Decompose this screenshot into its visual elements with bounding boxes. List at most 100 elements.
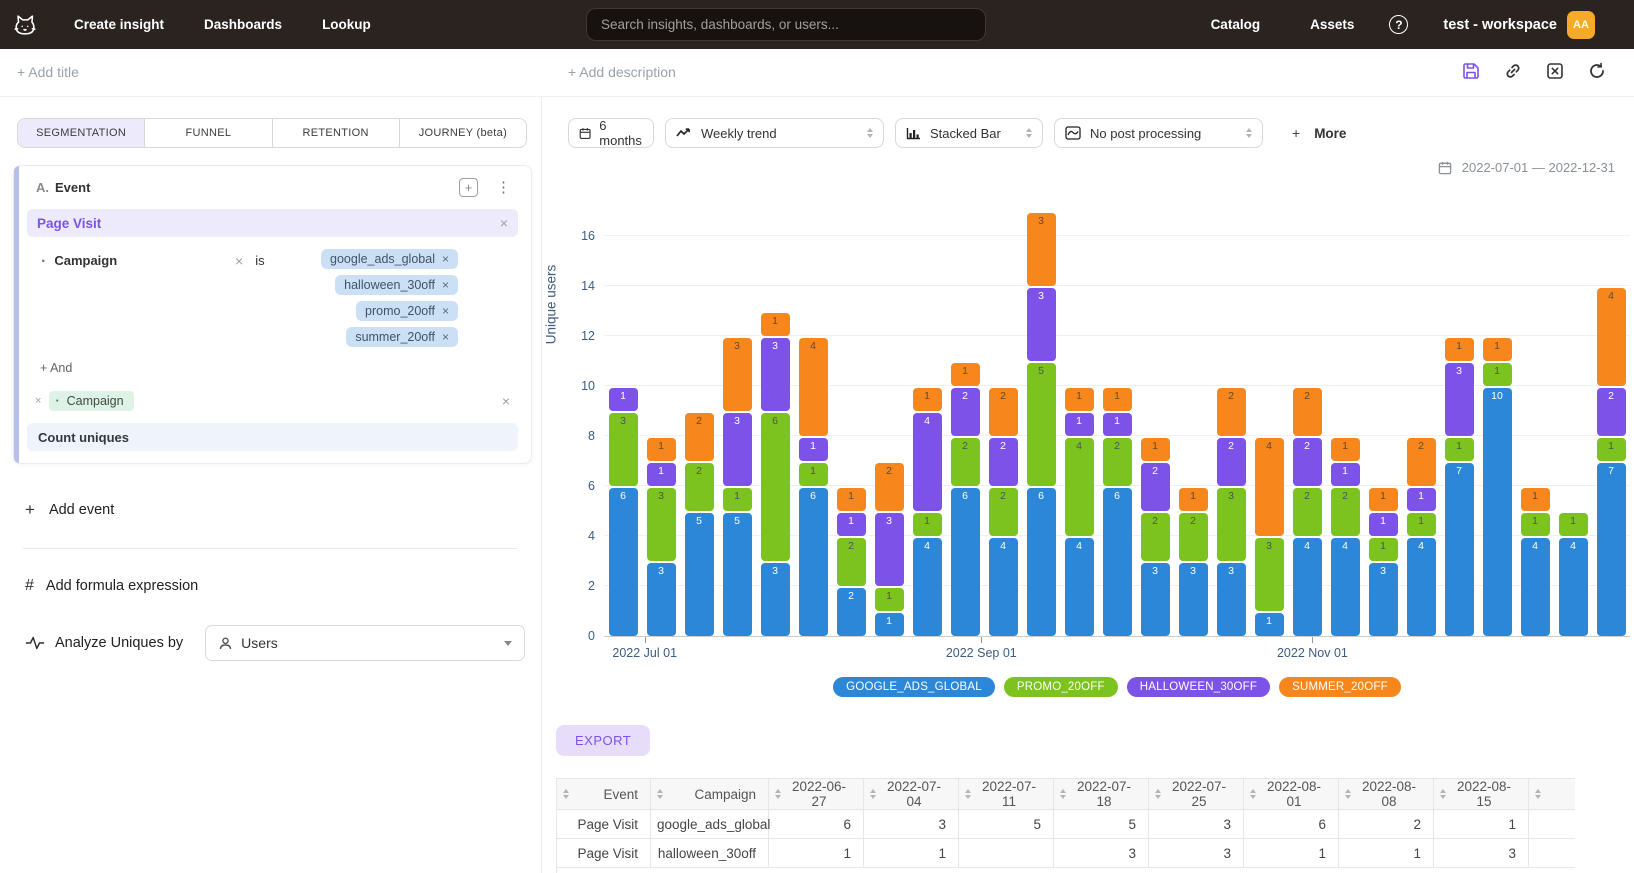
bar-segment-promo_20off[interactable]: 2	[1103, 438, 1132, 486]
bar-segment-halloween_30off[interactable]: 3	[723, 413, 752, 486]
sort-icon[interactable]	[775, 789, 781, 799]
bar-segment-summer_20off[interactable]: 1	[761, 313, 790, 336]
filter-value-tag[interactable]: summer_20off×	[346, 327, 458, 347]
bar-segment-summer_20off[interactable]: 1	[951, 363, 980, 386]
bar-segment-summer_20off[interactable]: 3	[1027, 213, 1056, 286]
remove-event-icon[interactable]: ×	[500, 215, 508, 231]
bar-segment-halloween_30off[interactable]: 1	[837, 513, 866, 536]
sort-icon[interactable]	[1440, 789, 1446, 799]
bar-segment-summer_20off[interactable]: 1	[1103, 388, 1132, 411]
kebab-menu-icon[interactable]: ⋮	[496, 180, 511, 195]
bar-segment-google_ads_global[interactable]: 6	[1027, 488, 1056, 636]
bar-segment-promo_20off[interactable]: 3	[609, 413, 638, 486]
tab-funnel[interactable]: FUNNEL	[145, 119, 272, 147]
bar-segment-google_ads_global[interactable]: 3	[761, 563, 790, 636]
add-title-field[interactable]: + Add title	[17, 64, 79, 80]
bar-segment-summer_20off[interactable]: 1	[1331, 438, 1360, 461]
bar-segment-summer_20off[interactable]: 2	[1407, 438, 1436, 486]
nav-dashboards[interactable]: Dashboards	[204, 17, 282, 32]
bar-segment-promo_20off[interactable]: 1	[1521, 513, 1550, 536]
bar-segment-promo_20off[interactable]: 2	[685, 463, 714, 511]
bar-segment-halloween_30off[interactable]: 2	[951, 388, 980, 436]
sort-icon[interactable]	[1155, 789, 1161, 799]
sort-icon[interactable]	[563, 789, 569, 799]
bar-segment-google_ads_global[interactable]: 1	[875, 613, 904, 636]
bar-segment-promo_20off[interactable]: 3	[1217, 488, 1246, 561]
bar-segment-summer_20off[interactable]: 2	[989, 388, 1018, 436]
bar-segment-halloween_30off[interactable]: 2	[1217, 438, 1246, 486]
bar-segment-halloween_30off[interactable]: 1	[799, 438, 828, 461]
legend-pill-promo_20off[interactable]: PROMO_20OFF	[1004, 677, 1118, 697]
table-header-2022-07-04[interactable]: 2022-07-04	[864, 779, 959, 810]
bar-segment-summer_20off[interactable]: 1	[647, 438, 676, 461]
sort-icon[interactable]	[965, 789, 971, 799]
bar-segment-promo_20off[interactable]: 2	[1141, 513, 1170, 561]
bar-segment-google_ads_global[interactable]: 5	[723, 513, 752, 636]
table-header-2022-07-25[interactable]: 2022-07-25	[1149, 779, 1244, 810]
bar-segment-halloween_30off[interactable]: 3	[1445, 363, 1474, 436]
bar-segment-summer_20off[interactable]: 4	[1597, 288, 1626, 386]
bar-segment-google_ads_global[interactable]: 4	[1559, 538, 1588, 636]
bar-segment-halloween_30off[interactable]: 1	[1065, 413, 1094, 436]
bar-segment-summer_20off[interactable]: 1	[1521, 488, 1550, 511]
bar-segment-promo_20off[interactable]: 1	[1445, 438, 1474, 461]
bar-segment-promo_20off[interactable]: 2	[989, 488, 1018, 536]
bar-segment-halloween_30off[interactable]: 3	[761, 338, 790, 411]
bar-segment-google_ads_global[interactable]: 1	[1255, 613, 1284, 636]
app-logo-cat-icon[interactable]	[12, 12, 38, 38]
tab-retention[interactable]: RETENTION	[273, 119, 400, 147]
bar-segment-google_ads_global[interactable]: 5	[685, 513, 714, 636]
sort-icon[interactable]	[870, 789, 876, 799]
remove-breakdown-icon[interactable]: ×	[35, 395, 41, 407]
filter-operator[interactable]: is	[255, 253, 264, 347]
bar-segment-google_ads_global[interactable]: 3	[1141, 563, 1170, 636]
trend-select[interactable]: Weekly trend	[665, 118, 884, 148]
bar-segment-halloween_30off[interactable]: 1	[1407, 488, 1436, 511]
post-processing-select[interactable]: No post processing	[1054, 118, 1263, 148]
bar-segment-promo_20off[interactable]: 1	[1369, 538, 1398, 561]
bar-segment-summer_20off[interactable]: 2	[685, 413, 714, 461]
table-header-2022-07-11[interactable]: 2022-07-11	[959, 779, 1054, 810]
bar-segment-google_ads_global[interactable]: 3	[647, 563, 676, 636]
bar-segment-google_ads_global[interactable]: 7	[1597, 463, 1626, 636]
remove-tag-icon[interactable]: ×	[442, 330, 449, 344]
bar-segment-halloween_30off[interactable]: 1	[1103, 413, 1132, 436]
workspace-name[interactable]: test - workspace	[1443, 17, 1557, 33]
table-header-event[interactable]: Event	[557, 779, 651, 810]
bar-segment-halloween_30off[interactable]: 1	[1331, 463, 1360, 486]
bar-segment-halloween_30off[interactable]: 3	[1027, 288, 1056, 361]
date-range[interactable]: 2022-07-01 — 2022-12-31	[1438, 160, 1615, 175]
bar-segment-summer_20off[interactable]: 3	[723, 338, 752, 411]
tab-journey-beta[interactable]: JOURNEY (beta)	[400, 119, 526, 147]
avatar[interactable]: AA	[1567, 11, 1595, 39]
legend-pill-halloween_30off[interactable]: HALLOWEEN_30OFF	[1127, 677, 1270, 697]
sort-icon[interactable]	[1535, 789, 1541, 799]
bar-segment-promo_20off[interactable]: 5	[1027, 363, 1056, 486]
bar-segment-halloween_30off[interactable]: 2	[989, 438, 1018, 486]
bar-segment-google_ads_global[interactable]: 7	[1445, 463, 1474, 636]
bar-segment-promo_20off[interactable]: 2	[1293, 488, 1322, 536]
table-header-2022-07-18[interactable]: 2022-07-18	[1054, 779, 1149, 810]
filter-value-tag[interactable]: promo_20off×	[356, 301, 458, 321]
bar-segment-summer_20off[interactable]: 1	[1445, 338, 1474, 361]
bar-segment-summer_20off[interactable]: 1	[837, 488, 866, 511]
legend-pill-google_ads_global[interactable]: GOOGLE_ADS_GLOBAL	[833, 677, 995, 697]
remove-tag-icon[interactable]: ×	[442, 278, 449, 292]
save-icon[interactable]	[1462, 62, 1480, 80]
table-header-2022-08-08[interactable]: 2022-08-08	[1339, 779, 1434, 810]
selected-event-row[interactable]: Page Visit ×	[27, 209, 518, 237]
bar-segment-halloween_30off[interactable]: 4	[913, 413, 942, 511]
export-button[interactable]: EXPORT	[556, 725, 650, 756]
bar-segment-summer_20off[interactable]: 4	[1255, 438, 1284, 536]
tab-segmentation[interactable]: SEGMENTATION	[18, 119, 145, 147]
timeframe-button[interactable]: 6 months	[568, 118, 654, 148]
sort-icon[interactable]	[1345, 789, 1351, 799]
bar-segment-google_ads_global[interactable]: 4	[1331, 538, 1360, 636]
bar-segment-summer_20off[interactable]: 1	[1065, 388, 1094, 411]
clear-icon[interactable]	[1546, 62, 1564, 80]
table-header-2022-08-15[interactable]: 2022-08-15	[1434, 779, 1529, 810]
bar-segment-promo_20off[interactable]: 1	[799, 463, 828, 486]
add-and-condition[interactable]: + And	[40, 361, 72, 375]
bar-segment-summer_20off[interactable]: 1	[1141, 438, 1170, 461]
bar-segment-promo_20off[interactable]: 1	[1407, 513, 1436, 536]
